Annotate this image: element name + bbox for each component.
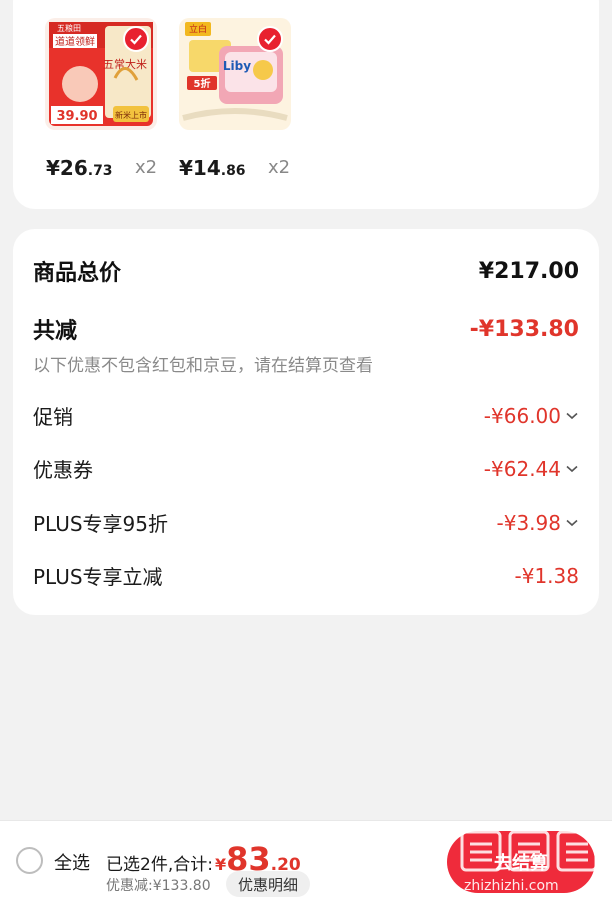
selected-check-icon[interactable]	[257, 26, 283, 52]
discount-value: -¥1.38	[515, 564, 579, 588]
rice-price-text: 39.90	[56, 109, 97, 124]
discount-note: 以下优惠不包含红包和京豆，请在结算页查看	[33, 356, 373, 376]
discount-value: -¥62.44	[484, 457, 579, 481]
discount-amount: -¥1.38	[514, 563, 579, 588]
liby-brand-text: 立白	[189, 23, 207, 35]
chevron-down-icon[interactable]	[565, 462, 579, 476]
discount-label: 促销	[33, 405, 73, 429]
discount-label: PLUS专享立减	[33, 565, 163, 589]
price-decimal: .86	[220, 163, 246, 179]
total-reduction-row: 共减 -¥133.80	[33, 313, 579, 345]
discount-row-plus-instant: PLUS专享立减 -¥1.38	[33, 561, 579, 590]
total-currency: ¥	[214, 855, 227, 874]
total-reduction-label: 共减	[33, 319, 78, 344]
chevron-down-icon[interactable]	[565, 409, 579, 423]
product-image-rice[interactable]: 道道领鲜 五粮田 五常大米 39.90 新米上市	[45, 18, 157, 130]
product-price: ¥14.86	[179, 156, 246, 180]
rice-tag-text: 新米上市	[115, 110, 147, 120]
discount-label: 优惠券	[33, 458, 93, 482]
price-integer: ¥14	[179, 156, 221, 180]
price-integer: ¥26	[46, 156, 88, 180]
total-reduction-value: -¥133.80	[469, 316, 579, 342]
select-all-label[interactable]: 全选	[54, 849, 90, 875]
checkout-bar: 全选 已选2件,合计: ¥ 83 .20 优惠减:¥133.80 优惠明细 去结…	[0, 820, 612, 902]
discount-value: -¥66.00	[484, 404, 579, 428]
discount-row-promotion[interactable]: 促销 -¥66.00	[33, 401, 579, 430]
discount-summary-text: 优惠减:¥133.80	[106, 878, 211, 894]
selected-count-text: 已选2件,合计:	[106, 855, 213, 875]
discount-detail-button[interactable]: 优惠明细	[226, 871, 311, 897]
checkout-button[interactable]: 去结算	[447, 831, 595, 893]
selected-check-icon[interactable]	[123, 26, 149, 52]
discount-row-coupon[interactable]: 优惠券 -¥62.44	[33, 454, 579, 483]
product-image-liby[interactable]: 立白 Liby 5折	[179, 18, 291, 130]
rice-banner-text: 道道领鲜	[55, 35, 95, 48]
discount-value: -¥3.98	[497, 511, 579, 535]
total-price-label: 商品总价	[33, 261, 122, 286]
discount-amount: -¥66.00	[483, 403, 561, 428]
liby-tag-text: 5折	[194, 77, 211, 90]
discount-amount: -¥3.98	[496, 510, 561, 535]
discount-label: PLUS专享95折	[33, 512, 168, 536]
product-quantity: x2	[135, 157, 158, 178]
discount-amount: -¥62.44	[483, 456, 561, 481]
selected-products-card: 道道领鲜 五粮田 五常大米 39.90 新米上市 立白 Liby 5折 ¥26.…	[13, 0, 599, 209]
chevron-down-icon[interactable]	[565, 516, 579, 530]
discount-row-plus-95[interactable]: PLUS专享95折 -¥3.98	[33, 508, 579, 537]
price-decimal: .73	[87, 163, 113, 179]
liby-logo-text: Liby	[223, 59, 251, 73]
total-price-row: 商品总价 ¥217.00	[33, 255, 579, 287]
price-summary-card: 商品总价 ¥217.00 共减 -¥133.80 以下优惠不包含红包和京豆，请在…	[13, 229, 599, 615]
rice-brand-text: 五粮田	[57, 23, 81, 33]
total-price-value: ¥217.00	[478, 258, 579, 284]
select-all-radio[interactable]	[16, 847, 43, 874]
product-price: ¥26.73	[46, 156, 113, 180]
product-quantity: x2	[268, 157, 291, 178]
